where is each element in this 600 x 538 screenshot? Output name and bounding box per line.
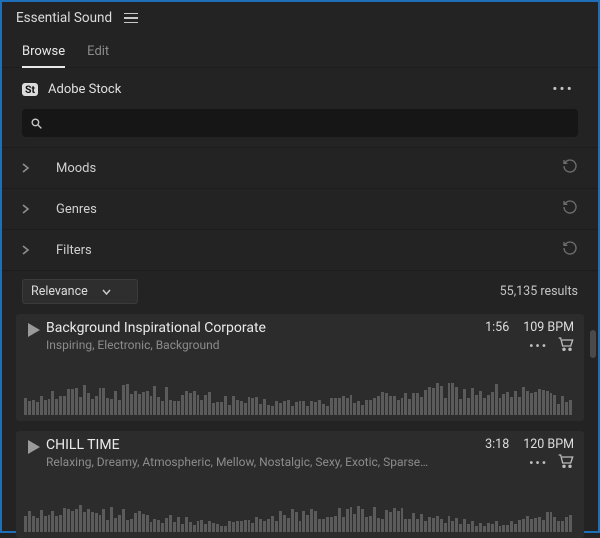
track-item[interactable]: Background Inspirational Corporate Inspi… (16, 314, 584, 421)
adobe-stock-icon: St (22, 83, 38, 97)
track-bpm: 120 BPM (523, 437, 574, 452)
track-duration: 3:18 (485, 437, 509, 452)
chevron-down-icon (102, 289, 111, 295)
play-button[interactable] (22, 320, 46, 338)
panel-titlebar: Essential Sound (2, 2, 598, 32)
tab-browse[interactable]: Browse (22, 40, 65, 67)
track-more-button[interactable]: ••• (529, 339, 548, 353)
track-list: Background Inspirational Corporate Inspi… (2, 314, 598, 538)
waveform[interactable] (22, 478, 574, 532)
play-button[interactable] (22, 437, 46, 455)
reset-icon[interactable] (562, 199, 578, 219)
filter-label: Filters (56, 243, 562, 258)
track-tags: Inspiring, Electronic, Background (46, 338, 477, 353)
track-duration: 1:56 (485, 320, 509, 335)
filter-section-moods[interactable]: Moods (2, 147, 598, 189)
tab-edit[interactable]: Edit (87, 40, 109, 67)
cart-icon[interactable] (558, 337, 574, 355)
search-input[interactable] (49, 116, 570, 130)
filter-label: Genres (56, 202, 562, 217)
track-bpm: 109 BPM (523, 320, 574, 335)
panel-title: Essential Sound (16, 10, 112, 26)
search-icon (30, 117, 43, 130)
sort-selected-label: Relevance (31, 284, 88, 299)
track-more-button[interactable]: ••• (529, 456, 548, 470)
tab-bar: Browse Edit (2, 32, 598, 68)
source-row: St Adobe Stock ••• (2, 68, 598, 109)
scrollbar-thumb[interactable] (590, 330, 596, 358)
track-meta: CHILL TIME Relaxing, Dreamy, Atmospheric… (46, 437, 477, 470)
chevron-right-icon (22, 204, 56, 214)
track-tags: Relaxing, Dreamy, Atmospheric, Mellow, N… (46, 455, 477, 470)
chevron-right-icon (22, 163, 56, 173)
waveform[interactable] (22, 361, 574, 415)
sort-dropdown[interactable]: Relevance (22, 279, 138, 304)
track-meta: Background Inspirational Corporate Inspi… (46, 320, 477, 353)
source-label: Adobe Stock (48, 82, 548, 97)
source-more-button[interactable]: ••• (548, 78, 578, 101)
track-item[interactable]: CHILL TIME Relaxing, Dreamy, Atmospheric… (16, 431, 584, 538)
search-field[interactable] (22, 109, 578, 137)
filter-label: Moods (56, 161, 562, 176)
cart-icon[interactable] (558, 454, 574, 472)
chevron-right-icon (22, 245, 56, 255)
reset-icon[interactable] (562, 240, 578, 260)
filter-section-genres[interactable]: Genres (2, 189, 598, 230)
track-title: CHILL TIME (46, 437, 477, 455)
reset-icon[interactable] (562, 158, 578, 178)
track-title: Background Inspirational Corporate (46, 320, 477, 338)
sort-row: Relevance 55,135 results (2, 271, 598, 314)
filter-section-filters[interactable]: Filters (2, 230, 598, 271)
panel-menu-button[interactable] (122, 11, 140, 26)
essential-sound-panel: Essential Sound Browse Edit St Adobe Sto… (2, 2, 598, 531)
filter-sections: Moods Genres Filters (2, 143, 598, 271)
search-wrap (2, 109, 598, 143)
results-count: 55,135 results (500, 284, 578, 299)
